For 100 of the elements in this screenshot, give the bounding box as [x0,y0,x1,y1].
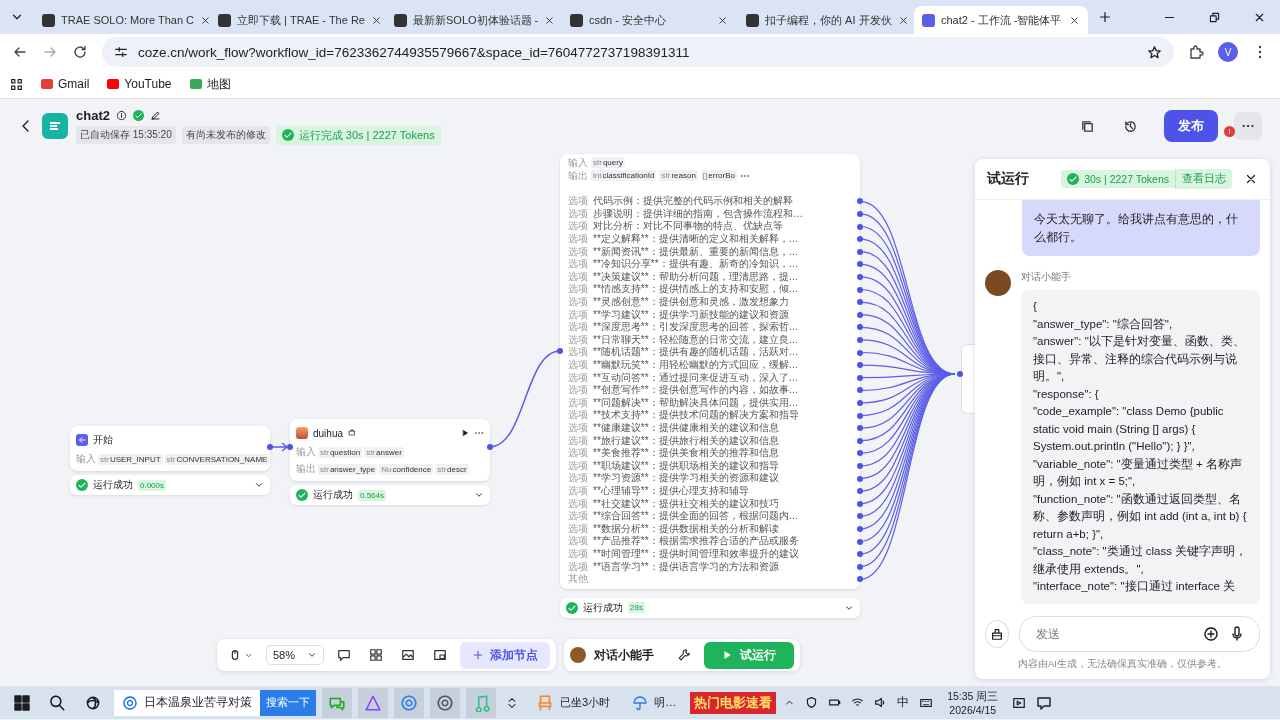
browser-tab[interactable]: TRAE SOLO: More Than C [34,6,208,34]
browser-tab[interactable]: 立即下载 | TRAE - The Re [210,6,384,34]
windows-logo-icon[interactable] [14,694,30,711]
port-dot[interactable] [857,387,863,394]
play-icon[interactable] [461,429,469,437]
bot-selector[interactable]: 对话小能手 [594,646,665,664]
profile-avatar[interactable]: V [1218,42,1238,62]
close-icon[interactable] [897,14,909,26]
port-dot[interactable] [557,348,563,354]
port-dot[interactable] [857,488,863,495]
port-dot[interactable] [857,525,863,532]
add-node-button[interactable]: 添加节点 [460,641,551,669]
browser-tab[interactable]: 扣子编程，你的 AI 开发伙 [738,6,912,34]
run-status-bar[interactable]: 运行成功 0.000s [70,475,270,495]
close-icon[interactable] [544,14,556,26]
search-button[interactable]: 搜索一下 [260,689,316,716]
close-icon[interactable] [1069,14,1080,26]
taskbar-search-field[interactable]: 日本温泉业苦寻对策 [114,689,260,716]
close-icon[interactable] [1244,172,1258,186]
run-status-bar[interactable]: 运行成功 0.564s [290,485,490,505]
browser-tab[interactable]: chat2 - 工作流 -智能体平 [914,6,1088,34]
comment-icon[interactable] [337,648,352,662]
port-dot[interactable] [857,563,863,570]
port-dot[interactable] [857,412,863,419]
port-dot[interactable] [857,248,863,255]
bookmark-link[interactable]: YouTube [107,77,172,91]
port-dot[interactable] [857,273,863,280]
port-dot[interactable] [857,462,863,469]
minimap-icon[interactable] [433,648,448,662]
new-tab-icon[interactable] [1098,10,1112,24]
edit-icon[interactable] [149,109,161,121]
weather-widget[interactable]: 明… [624,694,685,711]
chevron-icon[interactable] [254,480,264,490]
port-dot[interactable] [857,437,863,444]
notification-icon[interactable] [1036,694,1053,711]
port-dot[interactable] [267,444,273,450]
port-dot[interactable] [857,538,863,545]
port-dot[interactable] [857,324,863,331]
bookmark-link[interactable]: Gmail [41,77,90,91]
node-card[interactable]: 开始 输入 strUSER_INPUT str CONVERSATION_NAME [70,426,270,471]
battery-icon[interactable] [828,696,842,709]
port-dot[interactable] [287,444,293,450]
info-icon[interactable] [115,109,127,121]
port-dot[interactable] [857,210,863,217]
publish-button[interactable]: 发布 [1164,110,1218,142]
triangle-app-button[interactable] [358,687,388,718]
port-dot[interactable] [857,475,863,482]
close-icon[interactable] [370,14,382,26]
port-dot[interactable] [857,261,863,268]
port-dot[interactable] [857,299,863,306]
port-dot[interactable] [857,450,863,457]
zoom-select[interactable]: 58% [266,645,325,665]
search-icon[interactable] [48,693,66,712]
site-settings-icon[interactable] [114,45,128,59]
close-icon[interactable] [200,14,212,26]
message-field[interactable]: 发送 [1019,616,1260,652]
shield-icon[interactable] [805,696,819,709]
message-input[interactable]: 发送 [1034,626,1193,642]
microphone-icon[interactable] [1229,626,1245,642]
input-method-indicator[interactable]: 中 [897,694,910,711]
node-card[interactable]: duihua 输入 strquestion stranswer 输出 stranswer_type Nu confidence strdescr [290,419,490,481]
port-dot[interactable] [857,551,863,558]
node-card[interactable] [961,344,975,414]
port-dot[interactable] [857,513,863,520]
browser-tab[interactable]: 最新新SOLO初体验话题 - [386,6,560,34]
bookmark-star-icon[interactable] [1147,44,1162,60]
scroll-arrows-icon[interactable] [506,696,518,709]
node-card[interactable] [560,154,860,590]
close-icon[interactable] [717,14,728,26]
address-field[interactable]: coze.cn/work_flow?workflow_id=7623362744935579667&space_id=7604772737198391311 [102,37,1174,67]
sitting-widget[interactable]: 已坐3小时 [528,693,619,712]
port-dot[interactable] [857,349,863,356]
extensions-icon[interactable] [1188,44,1204,60]
browser-app-button[interactable] [394,687,424,718]
port-dot[interactable] [857,362,863,369]
browser-tab[interactable]: csdn - 安全中心 [562,6,736,34]
port-dot[interactable] [857,425,863,432]
run-status-bar[interactable]: 运行成功 28s [560,597,860,618]
port-dot[interactable] [857,311,863,318]
port-dot[interactable] [957,371,963,377]
add-icon[interactable] [1203,626,1219,642]
avatar-app-button[interactable] [430,687,460,718]
port-dot[interactable] [857,576,863,583]
port-dot[interactable] [857,223,863,230]
port-dot[interactable] [857,336,863,343]
more-button[interactable] [1234,112,1262,140]
desktop-icon[interactable] [1012,695,1027,710]
grid-icon[interactable] [369,648,384,662]
restore-icon[interactable] [1208,10,1221,24]
port-dot[interactable] [857,500,863,507]
apps-grid-icon[interactable] [10,77,23,91]
bookmark-link[interactable]: 地图 [189,75,231,93]
wifi-icon[interactable] [851,696,865,709]
movie-ad-badge[interactable]: 热门电影速看 [690,691,777,714]
port-dot[interactable] [857,374,863,381]
taskbar-clock[interactable]: 15:35 周三 2026/4/15 [941,689,1005,716]
port-dot[interactable] [487,444,493,450]
port-dot[interactable] [857,286,863,293]
copy-icon[interactable] [1080,118,1095,134]
wrench-icon[interactable] [677,648,692,662]
